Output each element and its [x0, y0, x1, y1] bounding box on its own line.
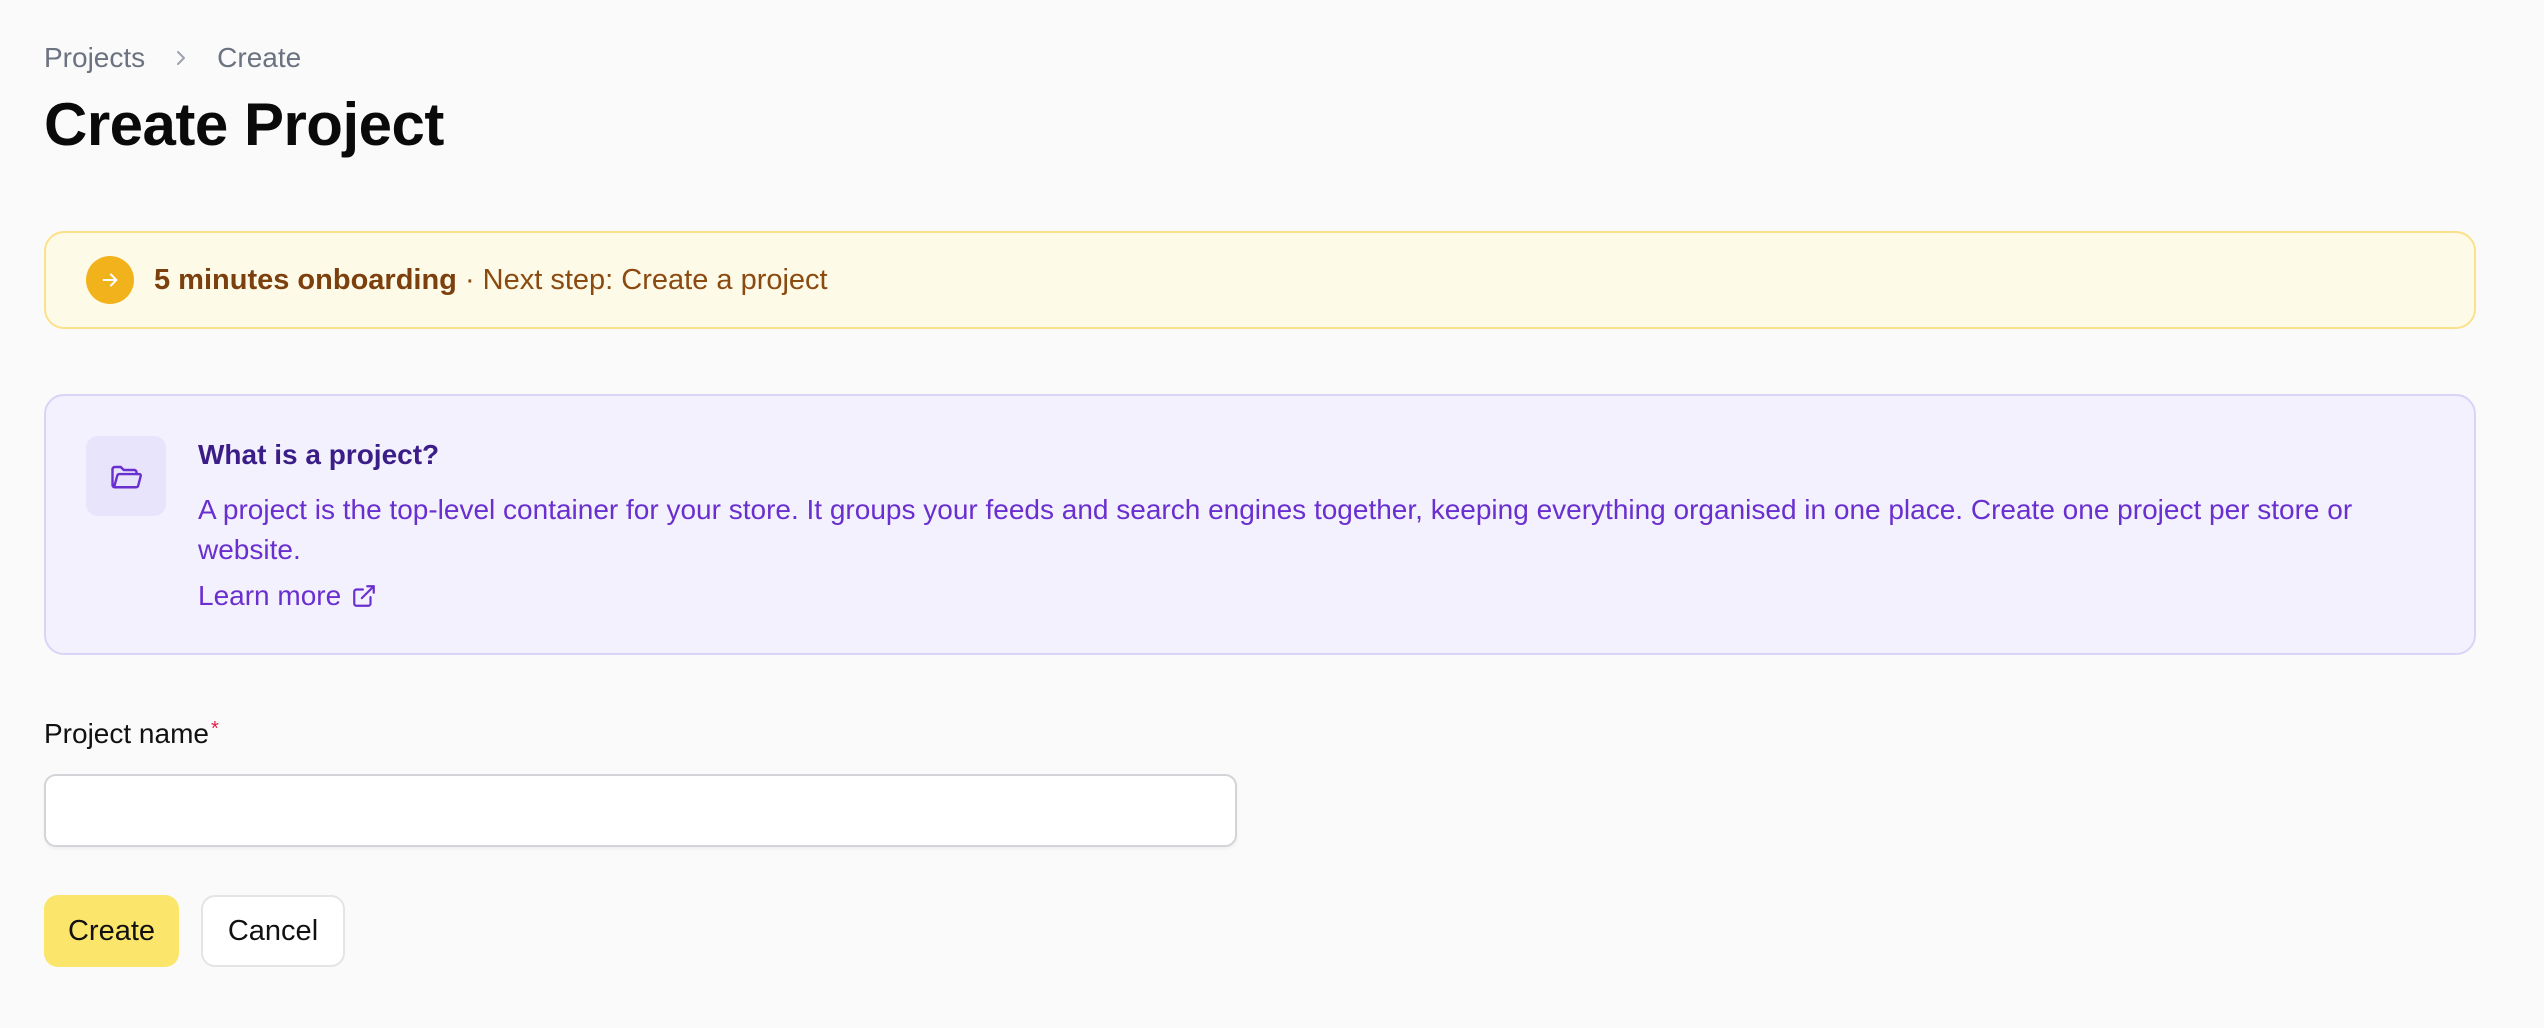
onboarding-next-step: · Next step: Create a project	[456, 263, 828, 296]
project-name-input[interactable]	[44, 774, 1237, 847]
info-description: A project is the top-level container for…	[198, 494, 2353, 565]
chevron-right-icon	[145, 48, 217, 68]
external-link-icon	[353, 585, 376, 607]
breadcrumb: Projects Create	[44, 38, 2500, 78]
create-button[interactable]: Create	[44, 895, 179, 967]
folder-open-icon	[86, 436, 166, 516]
info-heading: What is a project?	[198, 439, 440, 470]
breadcrumb-current: Create	[217, 42, 302, 73]
arrow-right-icon	[86, 256, 134, 304]
info-content: What is a project? A project is the top-…	[198, 438, 2434, 612]
project-name-label: Project name *	[44, 718, 219, 750]
required-marker: *	[210, 718, 219, 740]
onboarding-banner[interactable]: 5 minutes onboarding · Next step: Create…	[44, 231, 2476, 329]
learn-more-label: Learn more	[198, 580, 342, 611]
project-name-label-text: Project name	[44, 718, 209, 749]
onboarding-text: 5 minutes onboarding · Next step: Create…	[154, 264, 828, 297]
breadcrumb-projects-link[interactable]: Projects	[44, 42, 145, 74]
page-title: Create Project	[44, 91, 444, 158]
create-project-page: Projects Create Create Project 5 minutes…	[0, 0, 2544, 1028]
learn-more-link[interactable]: Learn more	[198, 580, 377, 612]
project-info-box: What is a project? A project is the top-…	[44, 394, 2476, 655]
cancel-button[interactable]: Cancel	[201, 895, 345, 967]
onboarding-title: 5 minutes onboarding	[154, 263, 457, 296]
